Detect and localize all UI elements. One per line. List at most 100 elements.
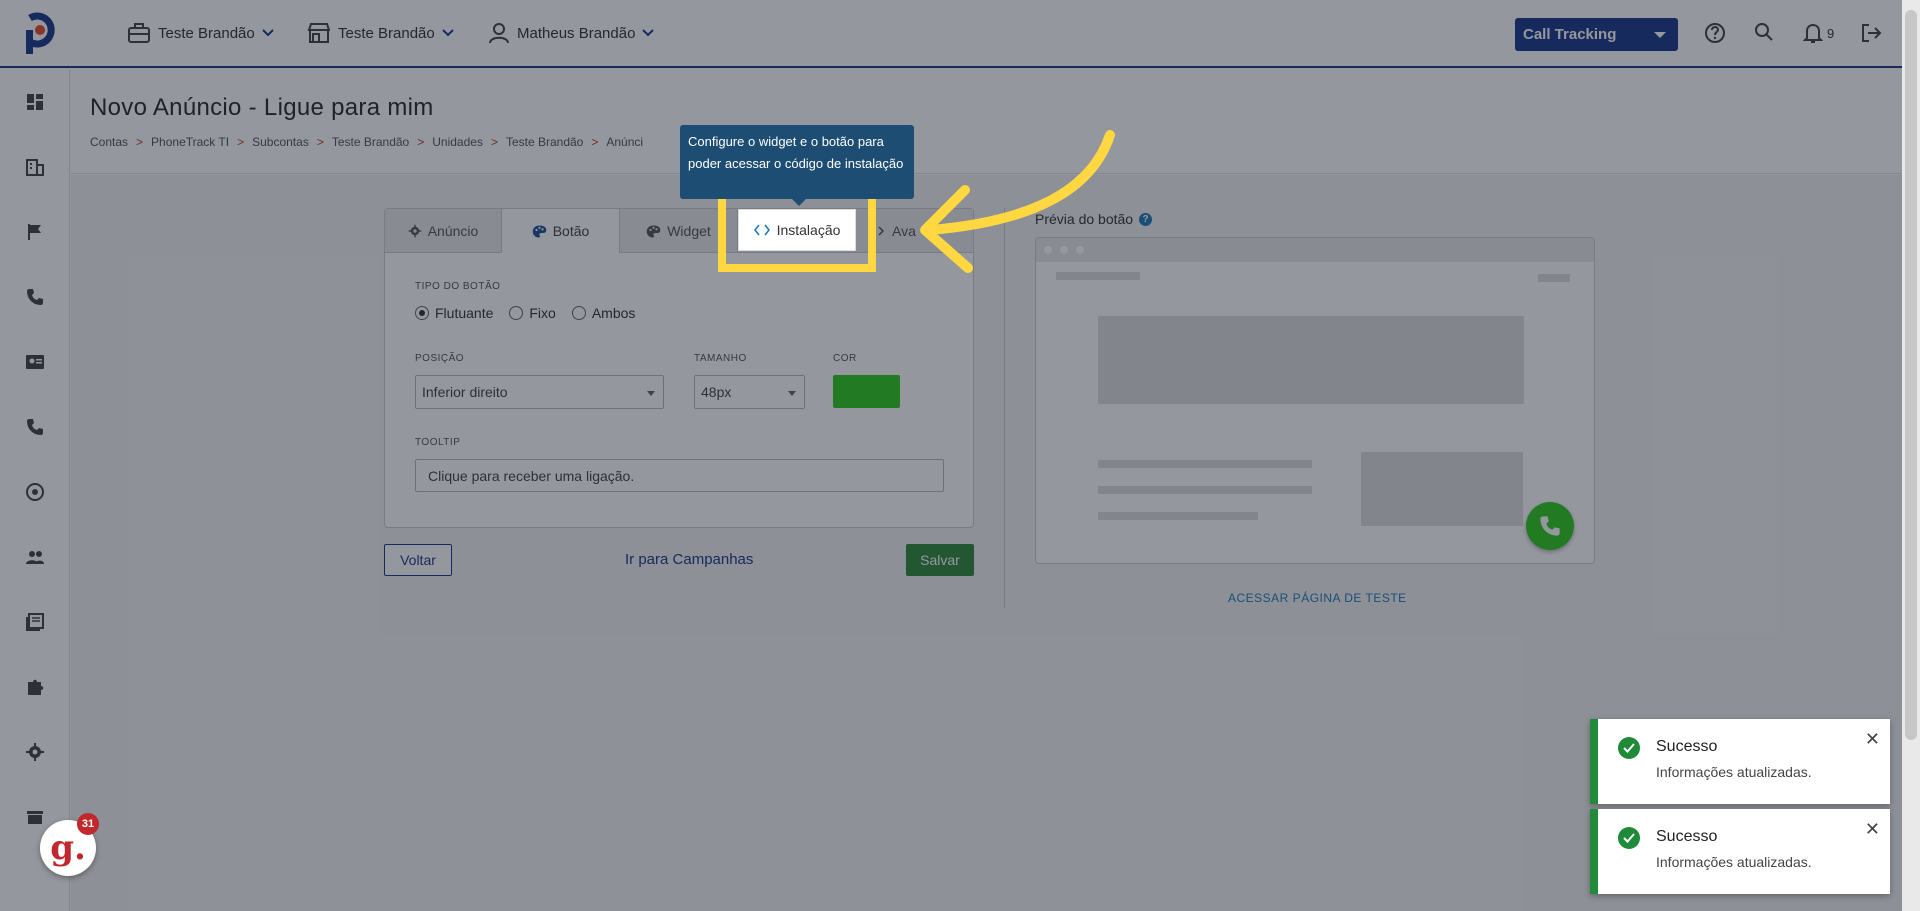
account-name: Teste Brandão [158, 24, 255, 42]
chevron-down-icon [442, 29, 454, 37]
page-title: Novo Anúncio - Ligue para mim [90, 94, 434, 121]
radio-checked[interactable] [415, 306, 429, 320]
pointer-arrow-icon [920, 130, 1115, 273]
close-icon[interactable]: ✕ [1865, 729, 1880, 750]
success-toast: Sucesso Informações atualizadas. ✕ [1590, 809, 1890, 894]
building-icon[interactable] [25, 157, 45, 177]
save-button[interactable]: Salvar [906, 544, 974, 576]
breadcrumb-item[interactable]: Contas [90, 135, 128, 149]
campaigns-link[interactable]: Ir para Campanhas [625, 551, 753, 568]
store-icon[interactable] [25, 807, 45, 827]
unit-name: Teste Brandão [338, 24, 435, 42]
check-circle-icon [1618, 827, 1640, 849]
ad-form-card: Anúncio Botão Widget Instalação Ava TIPO… [384, 208, 974, 528]
placeholder-block [1361, 452, 1523, 526]
tab-anuncio[interactable]: Anúncio [385, 209, 502, 253]
radio-label: Fixo [529, 305, 556, 321]
breadcrumb-separator: > [591, 135, 599, 149]
breadcrumb-item[interactable]: Teste Brandão [332, 135, 409, 149]
placeholder-block [1098, 460, 1312, 468]
placeholder-block [1098, 512, 1258, 520]
help-icon[interactable] [1704, 22, 1726, 44]
toast-title: Sucesso [1656, 738, 1718, 755]
bell-icon[interactable] [1803, 22, 1823, 44]
chevron-down-icon [262, 29, 274, 37]
size-label: TAMANHO [694, 353, 747, 364]
placeholder-block [1538, 274, 1570, 282]
scroll-thumb[interactable] [1905, 10, 1917, 740]
size-select-value: 48px [701, 384, 732, 400]
breadcrumb-separator: > [417, 135, 425, 149]
page-scrollbar[interactable] [1902, 0, 1920, 911]
radio-unchecked[interactable] [509, 306, 524, 320]
radio-fixo[interactable]: Fixo [509, 305, 556, 321]
account-selector[interactable]: Teste Brandão [127, 22, 274, 44]
radio-label: Flutuante [435, 305, 494, 321]
notification-count: 9 [1827, 26, 1835, 41]
color-picker[interactable] [833, 375, 900, 408]
position-select-value: Inferior direito [422, 384, 508, 400]
product-select[interactable]: Call Tracking [1515, 18, 1678, 51]
gear-icon[interactable] [25, 742, 45, 762]
tooltip-label: TOOLTIP [415, 437, 461, 448]
position-select[interactable]: Inferior direito [415, 375, 664, 409]
breadcrumb-item[interactable]: Unidades [432, 135, 483, 149]
help-icon[interactable]: ? [1139, 212, 1153, 226]
caret-down-icon [647, 391, 655, 396]
contact-card-icon[interactable] [25, 352, 45, 372]
radio-flutuante[interactable]: Flutuante [415, 305, 493, 321]
toast-message: Informações atualizadas. [1656, 764, 1812, 780]
tab-label: Widget [667, 223, 711, 239]
logout-icon[interactable] [1860, 22, 1882, 44]
breadcrumb: Contas > PhoneTrack TI > Subcontas > Teste … [90, 135, 643, 149]
puzzle-icon[interactable] [25, 677, 45, 697]
button-type-radios: Flutuante Fixo Ambos [415, 305, 651, 321]
check-circle-icon [1618, 737, 1640, 759]
phonetrack-logo-icon[interactable] [22, 12, 58, 56]
color-label: COR [833, 353, 857, 364]
breadcrumb-item[interactable]: PhoneTrack TI [151, 135, 229, 149]
tab-botao[interactable]: Botão [502, 209, 620, 253]
breadcrumb-item[interactable]: Teste Brandão [506, 135, 583, 149]
breadcrumb-item[interactable]: Subcontas [252, 135, 309, 149]
position-label: POSIÇÃO [415, 353, 465, 364]
call-icon[interactable] [25, 417, 45, 437]
sidebar [0, 70, 70, 911]
search-icon[interactable] [1754, 22, 1774, 42]
radio-unchecked[interactable] [571, 306, 586, 320]
back-button[interactable]: Voltar [384, 544, 452, 576]
radio-ambos[interactable]: Ambos [571, 305, 635, 321]
user-menu[interactable]: Matheus Brandão [488, 22, 655, 44]
breadcrumb-separator: > [136, 135, 144, 149]
guide-tooltip: Configure o widget e o botão para poder … [680, 125, 914, 199]
call-button-preview[interactable] [1526, 502, 1574, 550]
placeholder-block [1098, 316, 1524, 404]
flag-icon[interactable] [25, 222, 45, 242]
briefcase-icon [128, 23, 150, 43]
form-tabs: Anúncio Botão Widget Instalação Ava [385, 209, 973, 253]
phone-icon[interactable] [25, 287, 45, 307]
palette-icon [646, 225, 661, 237]
unit-selector[interactable]: Teste Brandão [307, 22, 454, 44]
test-page-link[interactable]: ACESSAR PÁGINA DE TESTE [1228, 591, 1407, 605]
caret-down-icon [1654, 32, 1666, 38]
users-icon[interactable] [25, 547, 45, 567]
target-icon[interactable] [25, 482, 45, 502]
tooltip-input[interactable]: Clique para receber uma ligação. [415, 459, 944, 492]
size-select[interactable]: 48px [694, 375, 805, 409]
breadcrumb-separator: > [316, 135, 324, 149]
success-toast: Sucesso Informações atualizadas. ✕ [1590, 719, 1890, 804]
toast-title: Sucesso [1656, 828, 1718, 845]
product-select-value: Call Tracking [1523, 26, 1617, 43]
breadcrumb-separator: > [237, 135, 245, 149]
close-icon[interactable]: ✕ [1865, 819, 1880, 840]
toast-message: Informações atualizadas. [1656, 854, 1812, 870]
book-icon[interactable] [25, 612, 45, 632]
breadcrumb-item[interactable]: Anúnci [606, 135, 643, 149]
breadcrumb-separator: > [490, 135, 498, 149]
tab-label: Botão [552, 223, 590, 239]
dashboard-icon[interactable] [25, 92, 45, 112]
user-name: Matheus Brandão [517, 24, 636, 42]
button-type-label: TIPO DO BOTÃO [415, 281, 501, 292]
palette-icon [532, 225, 546, 237]
